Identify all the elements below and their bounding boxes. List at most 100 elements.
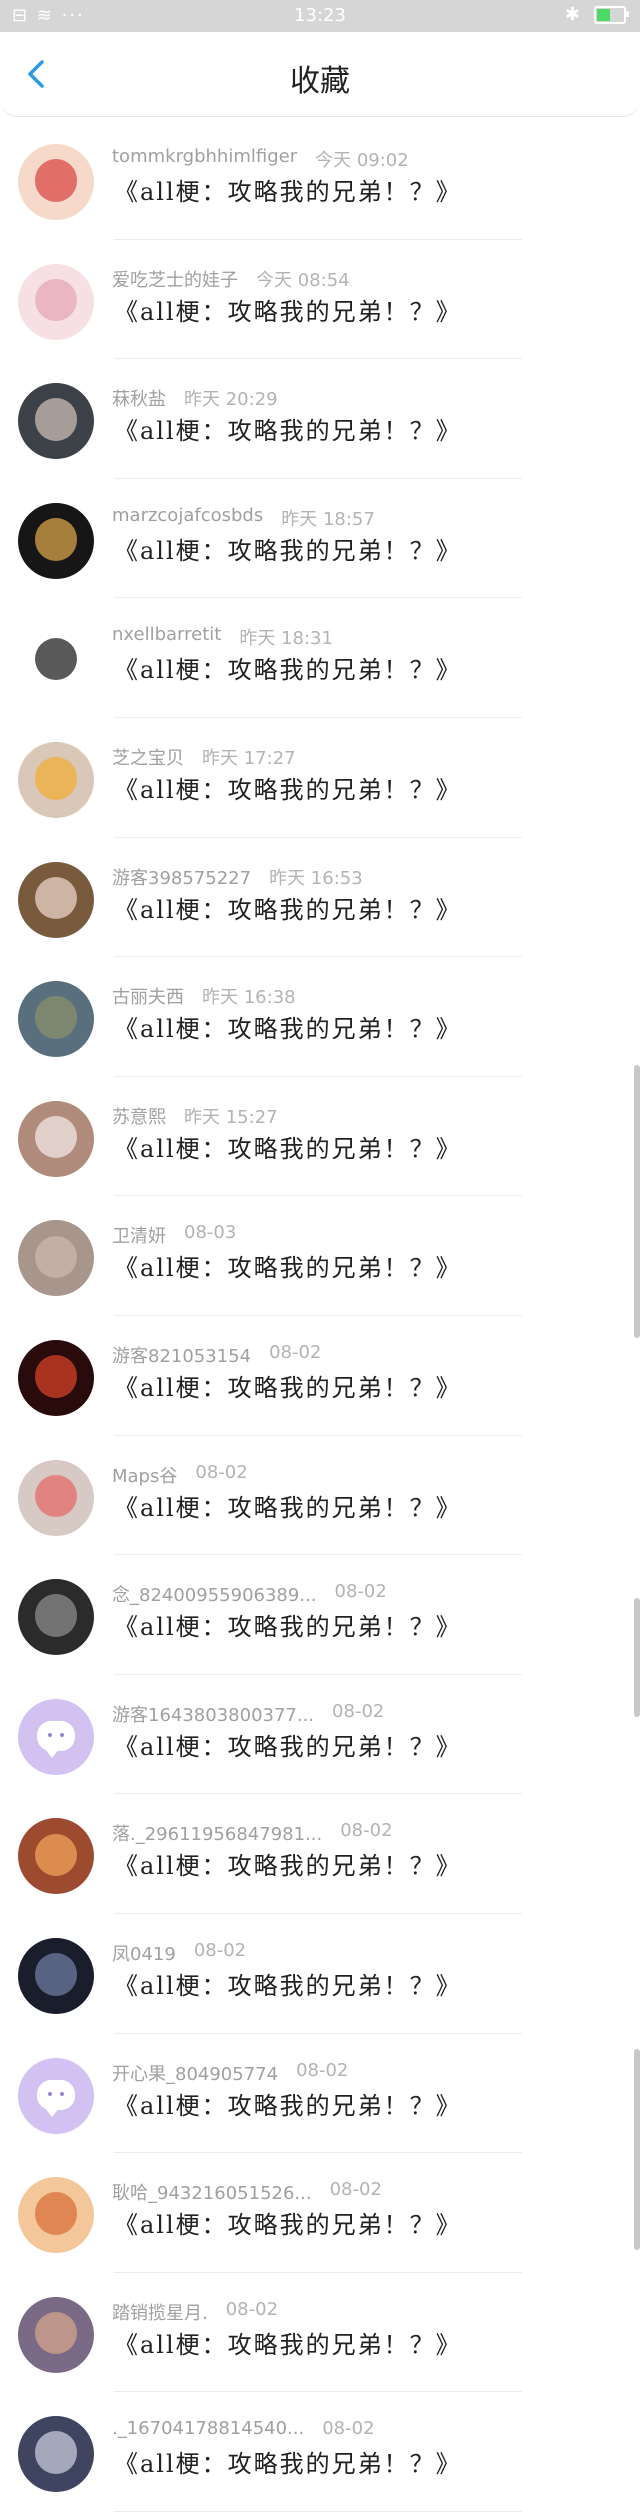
item-title[interactable]: 《all梗：攻略我的兄弟！？》 — [114, 2325, 462, 2360]
item-title[interactable]: 《all梗：攻略我的兄弟！？》 — [114, 1966, 462, 2001]
list-item[interactable]: marzcojafcosbds 昨天 18:57 《all梗：攻略我的兄弟！？》 — [0, 479, 640, 599]
timestamp: 08-02 — [334, 1581, 387, 1603]
list-item[interactable]: 爱吃芝士的娃子 今天 08:54 《all梗：攻略我的兄弟！？》 — [0, 240, 640, 360]
list-item[interactable]: 游客398575227 昨天 16:53 《all梗：攻略我的兄弟！？》 — [0, 838, 640, 958]
avatar[interactable] — [18, 144, 94, 220]
avatar[interactable] — [18, 741, 94, 818]
timestamp: 昨天 17:27 — [202, 747, 296, 769]
username: 爱吃芝士的娃子 — [112, 269, 238, 291]
item-meta: 游客398575227 昨天 16:53 — [112, 864, 363, 890]
list-item[interactable]: 芝之宝贝 昨天 17:27 《all梗：攻略我的兄弟！？》 — [0, 718, 640, 838]
bluetooth-icon: ✱ — [564, 4, 580, 25]
item-title[interactable]: 《all梗：攻略我的兄弟！？》 — [114, 2444, 462, 2479]
timestamp: 08-02 — [332, 1700, 385, 1722]
avatar[interactable] — [18, 622, 94, 699]
favorites-list: tommkrgbhhimlfiger 今天 09:02 《all梗：攻略我的兄弟！？… — [0, 120, 640, 2512]
item-title[interactable]: 《all梗：攻略我的兄弟！？》 — [114, 770, 462, 805]
timestamp: 08-02 — [225, 2298, 279, 2320]
list-item[interactable]: ._16704178814540... 08-02 《all梗：攻略我的兄弟！？》 — [0, 2392, 640, 2512]
page-title: 收藏 — [290, 64, 350, 99]
timestamp: 昨天 20:29 — [184, 389, 278, 411]
item-title[interactable]: 《all梗：攻略我的兄弟！？》 — [114, 1607, 462, 1642]
item-title[interactable]: 《all梗：攻略我的兄弟！？》 — [114, 890, 462, 925]
list-item[interactable]: 耿哈_943216051526... 08-02 《all梗：攻略我的兄弟！？》 — [0, 2153, 640, 2273]
item-title[interactable]: 《all梗：攻略我的兄弟！？》 — [114, 1846, 462, 1881]
timestamp: 08-02 — [329, 2179, 382, 2201]
item-meta: Maps谷 08-02 — [112, 1462, 248, 1488]
scrollbar[interactable] — [634, 1065, 640, 2250]
list-item[interactable]: 卫清妍 08-03 《all梗：攻略我的兄弟！？》 — [0, 1196, 640, 1316]
item-title[interactable]: 《all梗：攻略我的兄弟！？》 — [114, 411, 462, 446]
item-meta: 苏意熙 昨天 15:27 — [112, 1103, 278, 1129]
timestamp: 08-02 — [195, 1461, 248, 1483]
avatar[interactable] — [18, 1937, 94, 2014]
avatar[interactable] — [18, 1698, 94, 1775]
avatar[interactable] — [18, 1220, 94, 1297]
timestamp: 08-02 — [322, 2418, 375, 2440]
avatar[interactable] — [18, 1100, 94, 1177]
navigation-bar: 收藏 — [0, 32, 640, 117]
avatar[interactable] — [18, 1579, 94, 1656]
username: 游客821053154 — [112, 1345, 252, 1367]
scrollbar-thumb[interactable] — [634, 2048, 640, 2250]
timestamp: 08-02 — [340, 1820, 393, 1842]
timestamp: 08-03 — [184, 1222, 237, 1244]
avatar[interactable] — [18, 2057, 94, 2134]
item-title[interactable]: 《all梗：攻略我的兄弟！？》 — [114, 1248, 462, 1283]
list-item[interactable]: 踏销揽星月. 08-02 《all梗：攻略我的兄弟！？》 — [0, 2273, 640, 2393]
list-item[interactable]: tommkrgbhhimlfiger 今天 09:02 《all梗：攻略我的兄弟！？… — [0, 120, 640, 240]
list-item[interactable]: Maps谷 08-02 《all梗：攻略我的兄弟！？》 — [0, 1436, 640, 1556]
list-item[interactable]: nxellbarretit 昨天 18:31 《all梗：攻略我的兄弟！？》 — [0, 598, 640, 718]
list-item[interactable]: 开心果_804905774 08-02 《all梗：攻略我的兄弟！？》 — [0, 2034, 640, 2154]
item-title[interactable]: 《all梗：攻略我的兄弟！？》 — [114, 172, 462, 207]
list-item[interactable]: 凤0419 08-02 《all梗：攻略我的兄弟！？》 — [0, 1914, 640, 2034]
item-title[interactable]: 《all梗：攻略我的兄弟！？》 — [114, 1368, 462, 1403]
username: nxellbarretit — [112, 624, 222, 646]
scrollbar-thumb[interactable] — [634, 1065, 640, 1338]
item-title[interactable]: 《all梗：攻略我的兄弟！？》 — [114, 1129, 462, 1164]
avatar[interactable] — [18, 861, 94, 938]
item-title[interactable]: 《all梗：攻略我的兄弟！？》 — [114, 650, 462, 685]
item-meta: marzcojafcosbds 昨天 18:57 — [112, 505, 375, 531]
avatar[interactable] — [18, 981, 94, 1058]
username: 游客398575227 — [112, 867, 252, 889]
username: 菻秋盐 — [112, 389, 166, 411]
list-item[interactable]: 念_824009559063​89... 08-02 《all梗：攻略我的兄弟！？》 — [0, 1555, 640, 1675]
username: 苏意熙 — [112, 1106, 166, 1128]
avatar[interactable] — [18, 502, 94, 579]
item-meta: ._16704178814540... 08-02 — [112, 2418, 375, 2439]
item-title[interactable]: 《all梗：攻略我的兄弟！？》 — [114, 1488, 462, 1523]
item-title[interactable]: 《all梗：攻略我的兄弟！？》 — [114, 1009, 462, 1044]
item-meta: 爱吃芝士的娃子 今天 08:54 — [112, 266, 350, 292]
username: 念_824009559063​89... — [112, 1585, 317, 1607]
avatar[interactable] — [18, 263, 94, 340]
scrollbar-thumb[interactable] — [634, 1598, 640, 1717]
avatar[interactable] — [18, 2177, 94, 2254]
list-item[interactable]: 落._29611956847981... 08-02 《all梗：攻略我的兄弟！？》 — [0, 1794, 640, 1914]
avatar[interactable] — [18, 383, 94, 460]
item-meta: 菻秋盐 昨天 20:29 — [112, 385, 278, 411]
timestamp: 昨天 16:53 — [269, 867, 363, 889]
item-title[interactable]: 《all梗：攻略我的兄弟！？》 — [114, 1727, 462, 1762]
item-title[interactable]: 《all梗：攻略我的兄弟！？》 — [114, 2086, 462, 2121]
avatar[interactable] — [18, 1818, 94, 1895]
item-title[interactable]: 《all梗：攻略我的兄弟！？》 — [114, 531, 462, 566]
list-item[interactable]: 古丽夫西 昨天 16:38 《all梗：攻略我的兄弟！？》 — [0, 957, 640, 1077]
item-meta: 凤0419 08-02 — [112, 1940, 246, 1966]
avatar[interactable] — [18, 1459, 94, 1536]
list-item[interactable]: 游客821053154 08-02 《all梗：攻略我的兄弟！？》 — [0, 1316, 640, 1436]
avatar[interactable] — [18, 2296, 94, 2373]
list-item[interactable]: 游客1643803800377... 08-02 《all梗：攻略我的兄弟！？》 — [0, 1675, 640, 1795]
avatar[interactable] — [18, 1339, 94, 1416]
avatar[interactable] — [18, 2416, 94, 2493]
username: tommkrgbhhimlfiger — [112, 146, 298, 167]
item-meta: 踏销揽星月. 08-02 — [112, 2299, 278, 2325]
item-title[interactable]: 《all梗：攻略我的兄弟！？》 — [114, 292, 462, 327]
list-item[interactable]: 菻秋盐 昨天 20:29 《all梗：攻略我的兄弟！？》 — [0, 359, 640, 479]
timestamp: 今天 08:54 — [256, 269, 350, 291]
list-item[interactable]: 苏意熙 昨天 15:27 《all梗：攻略我的兄弟！？》 — [0, 1077, 640, 1197]
item-title[interactable]: 《all梗：攻略我的兄弟！？》 — [114, 2205, 462, 2240]
item-meta: 念_824009559063​89... 08-02 — [112, 1581, 387, 1607]
item-meta: 游客1643803800377... 08-02 — [112, 1701, 384, 1727]
username: marzcojafcosbds — [112, 504, 264, 526]
